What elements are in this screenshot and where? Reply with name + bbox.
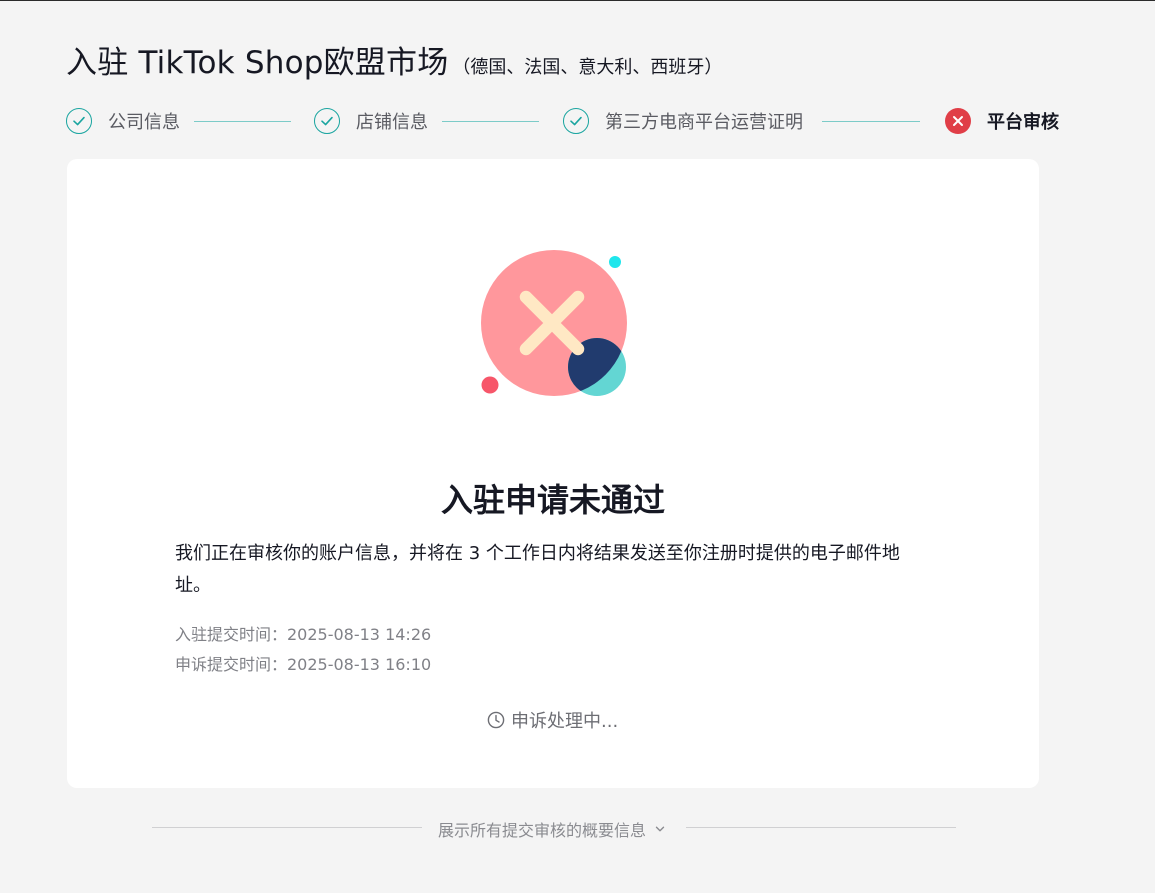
appeal-status: 申诉处理中... [487, 707, 618, 733]
show-summary-label: 展示所有提交审核的概要信息 [438, 821, 647, 840]
divider-line [152, 827, 422, 828]
submit-time: 入驻提交时间：2025-08-13 14:26 [175, 625, 432, 644]
step-connector [194, 121, 291, 122]
step-connector [822, 121, 920, 122]
summary-divider: 展示所有提交审核的概要信息 [152, 815, 956, 841]
check-circle-icon [66, 108, 92, 134]
chevron-down-icon [655, 826, 665, 832]
step-store-info: 店铺信息 [314, 105, 428, 137]
result-description: 我们正在审核你的账户信息，并将在 3 个工作日内将结果发送至你注册时提供的电子邮… [175, 543, 900, 596]
page-title: 入驻 TikTok Shop欧盟市场 （德国、法国、意大利、西班牙） [66, 37, 722, 82]
step-label: 第三方电商平台运营证明 [605, 112, 803, 133]
step-platform-proof: 第三方电商平台运营证明 [563, 105, 803, 137]
step-label: 店铺信息 [356, 112, 428, 133]
step-label: 公司信息 [108, 112, 180, 133]
error-circle-icon [945, 108, 971, 134]
result-title: 入驻申请未通过 [440, 481, 665, 519]
check-circle-icon [314, 108, 340, 134]
step-connector [442, 121, 539, 122]
step-platform-review: 平台审核 [945, 105, 1059, 137]
rejected-illustration-icon [481, 250, 627, 396]
appeal-time: 申诉提交时间：2025-08-13 16:10 [175, 655, 432, 674]
page-title-main: 入驻 TikTok Shop欧盟市场 [66, 45, 449, 81]
step-label: 平台审核 [987, 112, 1059, 133]
show-summary-toggle[interactable]: 展示所有提交审核的概要信息 [438, 817, 666, 841]
appeal-status-label: 申诉处理中... [511, 711, 619, 732]
check-circle-icon [563, 108, 589, 134]
onboarding-steps: 公司信息 店铺信息 第三方电商平台运营证明 平台审核 [66, 105, 1066, 137]
step-company-info: 公司信息 [66, 105, 180, 137]
divider-line [686, 827, 956, 828]
clock-icon [487, 711, 505, 729]
page-title-markets: （德国、法国、意大利、西班牙） [452, 57, 723, 78]
